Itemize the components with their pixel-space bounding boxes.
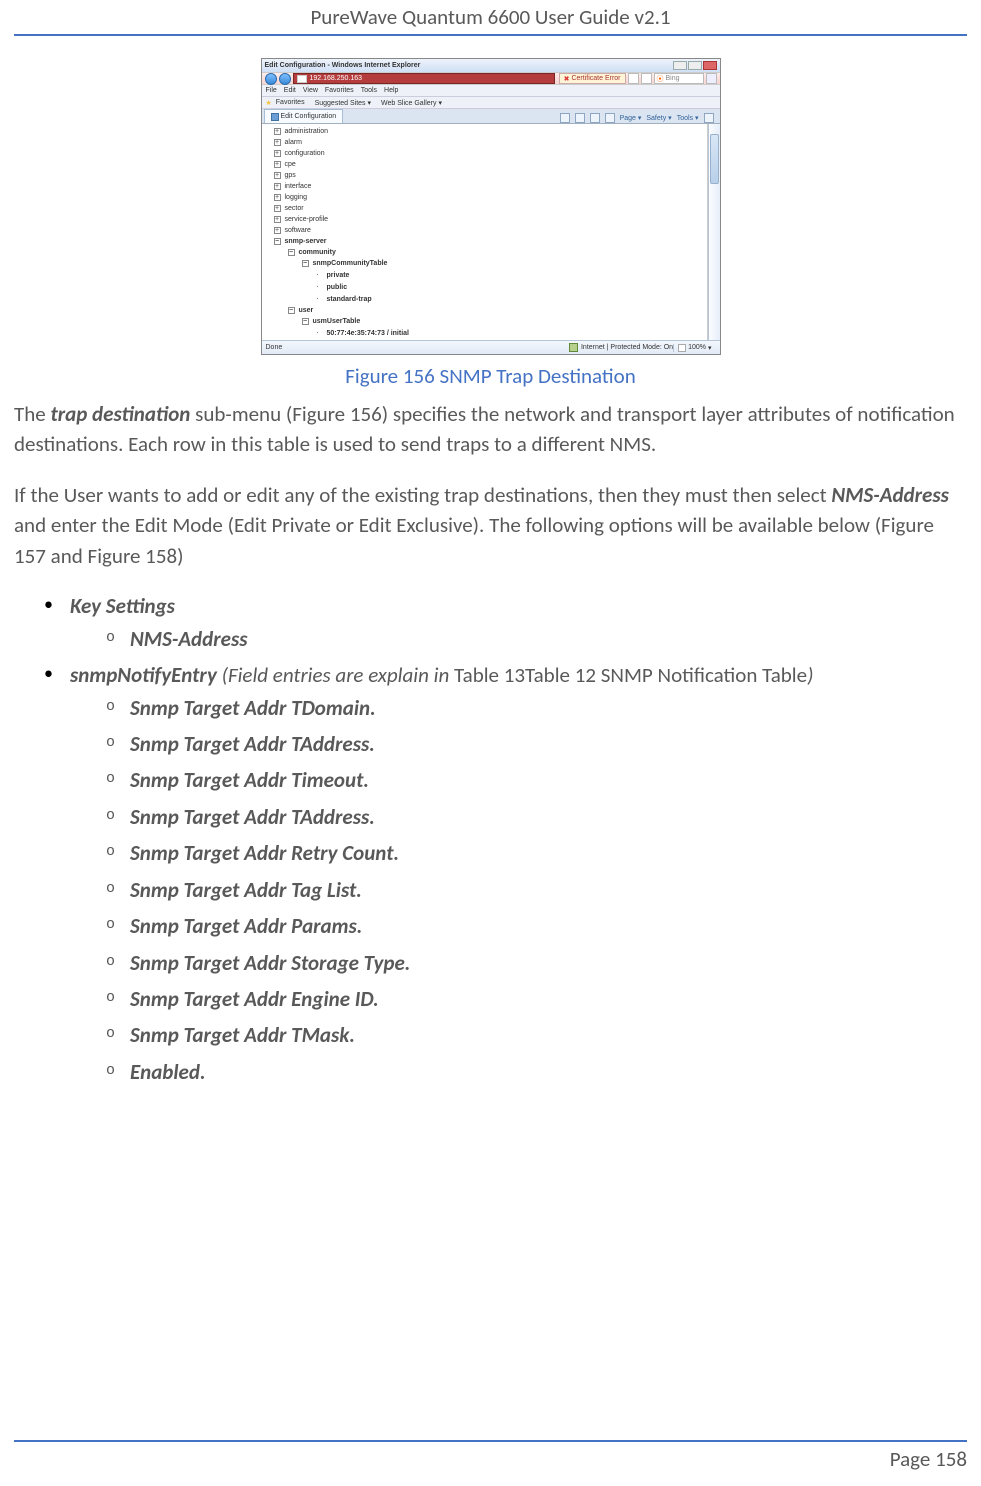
tree-leaf[interactable]: 50:77:4e:35:74:73 / initial_auth <box>316 339 707 340</box>
status-done: Done <box>266 344 283 351</box>
tree-node[interactable]: +gps <box>274 170 707 181</box>
tree-node[interactable]: −snmpCommunityTable private public stand… <box>302 258 707 305</box>
ie-status-bar: Done Internet | Protected Mode: On 100% … <box>262 340 720 354</box>
back-button-icon[interactable] <box>265 73 277 85</box>
tree-node-user[interactable]: −user −usmUserTable 50:77:4e:35:74:73 / … <box>288 305 707 340</box>
list-sub-item: Enabled. <box>70 1057 967 1087</box>
tab-label: Edit Configuration <box>281 113 337 120</box>
home-icon[interactable] <box>560 113 570 123</box>
status-zoom[interactable]: 100% <box>688 344 706 351</box>
toolbar-safety[interactable]: Safety ▾ <box>646 114 671 122</box>
tree-node-community[interactable]: −community −snmpCommunityTable private p… <box>288 247 707 305</box>
menu-edit[interactable]: Edit <box>284 87 296 94</box>
screenshot-ie-window: Edit Configuration - Windows Internet Ex… <box>261 58 721 355</box>
tree-node[interactable]: +service-profile <box>274 214 707 225</box>
list-sub-item: Snmp Target Addr TMask. <box>70 1020 967 1050</box>
tree-node[interactable]: −usmUserTable 50:77:4e:35:74:73 / initia… <box>302 316 707 340</box>
help-icon[interactable] <box>704 113 714 123</box>
list-sub-item: Snmp Target Addr TAddress. <box>70 802 967 832</box>
menu-file[interactable]: File <box>266 87 277 94</box>
favorites-star-icon[interactable]: ★ <box>266 99 272 107</box>
list-sub-item: Snmp Target Addr Retry Count. <box>70 838 967 868</box>
ie-content-area: +administration +alarm +configuration +c… <box>262 124 720 340</box>
tree-node[interactable]: +sector <box>274 203 707 214</box>
tree-node[interactable]: +administration <box>274 126 707 137</box>
vertical-scrollbar[interactable] <box>708 124 720 340</box>
list-sub-item: Snmp Target Addr TAddress. <box>70 729 967 759</box>
toolbar-page[interactable]: Page ▾ <box>620 114 642 122</box>
tree-node[interactable]: +logging <box>274 192 707 203</box>
tree-leaf[interactable]: 50:77:4e:35:74:73 / initial <box>316 327 707 339</box>
search-go-icon[interactable] <box>706 73 717 84</box>
ie-titlebar: Edit Configuration - Windows Internet Ex… <box>262 59 720 72</box>
figure-caption: Figure 156 SNMP Trap Destination <box>14 363 967 389</box>
favorites-label[interactable]: Favorites <box>276 99 305 106</box>
site-favicon-icon <box>297 75 307 83</box>
scrollbar-thumb[interactable] <box>710 134 719 184</box>
zoom-dropdown-icon[interactable]: ▾ <box>708 344 712 352</box>
footer-rule <box>14 1440 967 1442</box>
zoom-icon[interactable] <box>678 344 686 352</box>
window-minimize-button[interactable] <box>673 61 687 70</box>
list-sub-item: Snmp Target Addr Timeout. <box>70 765 967 795</box>
ie-menubar: File Edit View Favorites Tools Help <box>262 85 720 97</box>
stop-icon[interactable] <box>641 73 652 84</box>
ie-favorites-row: ★ Favorites Suggested Sites ▾ Web Slice … <box>262 97 720 109</box>
config-tree-pane: +administration +alarm +configuration +c… <box>262 124 708 340</box>
menu-tools[interactable]: Tools <box>361 87 377 94</box>
menu-favorites[interactable]: Favorites <box>325 87 354 94</box>
paragraph-1: The trap destination sub-menu (Figure 15… <box>14 399 967 460</box>
tree-leaf[interactable]: private <box>316 269 707 281</box>
ie-nav-toolbar: 192.168.250.163 ✖ Certificate Error ⦿ Bi… <box>262 72 720 85</box>
mail-icon[interactable] <box>590 113 600 123</box>
list-item: snmpNotifyEntry (Field entries are expla… <box>14 660 967 1087</box>
search-placeholder: Bing <box>666 75 680 82</box>
protected-mode-shield-icon <box>569 343 578 352</box>
status-protected-mode: Internet | Protected Mode: On <box>581 344 673 351</box>
list-sub-item: Snmp Target Addr Storage Type. <box>70 948 967 978</box>
certificate-error-button[interactable]: ✖ Certificate Error <box>559 73 626 84</box>
window-maximize-button[interactable] <box>688 61 702 70</box>
list-sub-item: Snmp Target Addr TDomain. <box>70 693 967 723</box>
list-item: Key Settings NMS-Address <box>14 591 967 654</box>
address-bar[interactable]: 192.168.250.163 <box>293 73 555 84</box>
list-sub-item: NMS-Address <box>70 624 967 654</box>
tab-favicon-icon <box>271 113 279 121</box>
doc-title: PureWave Quantum 6600 User Guide v2.1 <box>14 4 967 30</box>
ie-tab-strip: Edit Configuration Page ▾ Safety ▾ Tools… <box>262 109 720 124</box>
tree-node[interactable]: +interface <box>274 181 707 192</box>
menu-view[interactable]: View <box>303 87 318 94</box>
tree-leaf[interactable]: public <box>316 281 707 293</box>
header-rule <box>14 34 967 36</box>
list-sub-item: Snmp Target Addr Tag List. <box>70 875 967 905</box>
favorites-web-slice-gallery[interactable]: Web Slice Gallery ▾ <box>381 99 442 107</box>
feeds-icon[interactable] <box>575 113 585 123</box>
forward-button-icon[interactable] <box>279 73 291 85</box>
config-tree: +administration +alarm +configuration +c… <box>262 126 707 340</box>
tab-edit-configuration[interactable]: Edit Configuration <box>264 109 344 123</box>
toolbar-tools[interactable]: Tools ▾ <box>677 114 699 122</box>
favorites-suggested-sites[interactable]: Suggested Sites ▾ <box>315 99 371 107</box>
list-sub-item: Snmp Target Addr Engine ID. <box>70 984 967 1014</box>
print-icon[interactable] <box>605 113 615 123</box>
ie-title-text: Edit Configuration - Windows Internet Ex… <box>265 62 421 69</box>
window-close-button[interactable] <box>703 61 717 70</box>
menu-help[interactable]: Help <box>384 87 398 94</box>
tree-leaf[interactable]: standard-trap <box>316 293 707 305</box>
tree-node[interactable]: +alarm <box>274 137 707 148</box>
page-number: Page 158 <box>890 1446 967 1472</box>
certificate-error-text: Certificate Error <box>571 75 620 82</box>
tree-node-snmp-server[interactable]: −snmp-server −community −snmpCommunityTa… <box>274 236 707 340</box>
paragraph-2: If the User wants to add or edit any of … <box>14 480 967 571</box>
list-sub-item: Snmp Target Addr Params. <box>70 911 967 941</box>
tree-node[interactable]: +software <box>274 225 707 236</box>
refresh-icon[interactable] <box>628 73 639 84</box>
address-bar-text: 192.168.250.163 <box>310 75 363 82</box>
search-box[interactable]: ⦿ Bing <box>654 73 704 84</box>
bulleted-list: Key Settings NMS-Address snmpNotifyEntry… <box>14 591 967 1087</box>
tree-node[interactable]: +cpe <box>274 159 707 170</box>
tree-node[interactable]: +configuration <box>274 148 707 159</box>
